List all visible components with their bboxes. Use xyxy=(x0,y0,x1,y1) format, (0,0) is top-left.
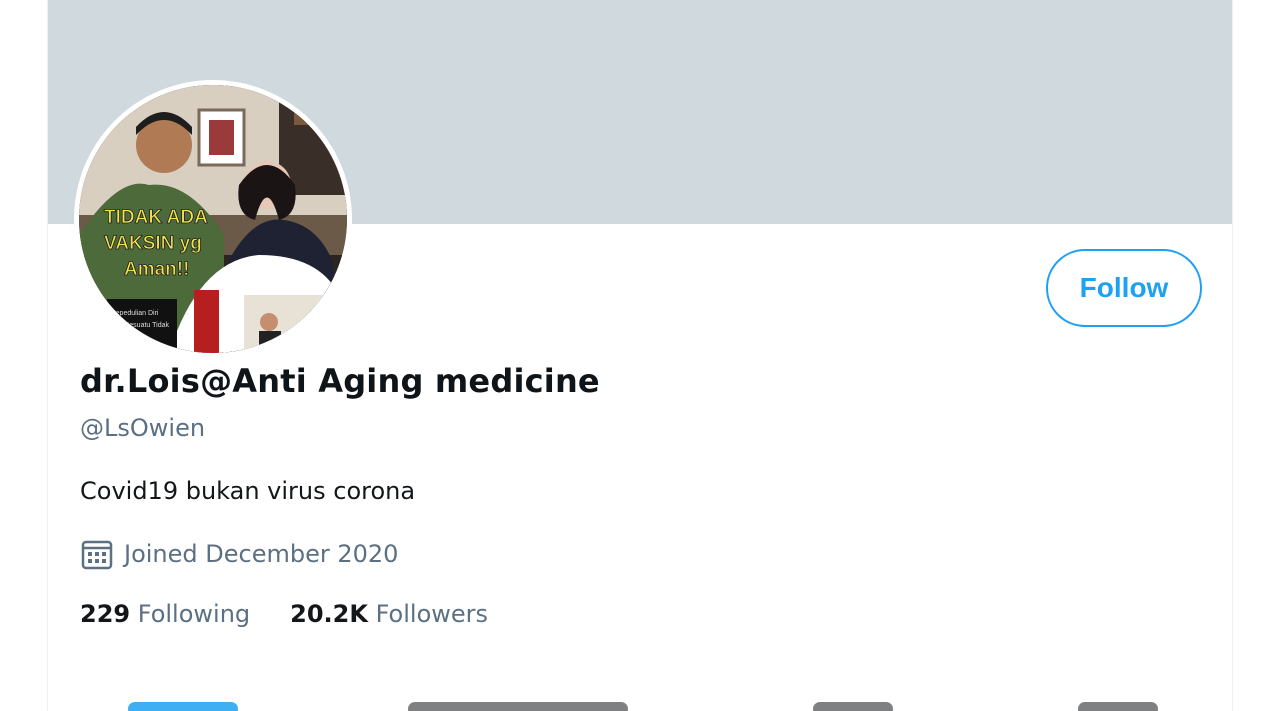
tab-tweets-and-replies[interactable] xyxy=(408,702,628,711)
svg-text:Kepedulian Diri: Kepedulian Diri xyxy=(111,310,159,317)
profile-page: Kepedulian Diri dari Sesuatu Tidak Dibut… xyxy=(0,0,1265,711)
follow-button[interactable]: Follow xyxy=(1046,249,1202,327)
profile-display-name: dr.Lois@Anti Aging medicine xyxy=(80,362,600,400)
svg-text:Dibutuhkan: Dibutuhkan xyxy=(111,336,147,343)
avatar[interactable]: Kepedulian Diri dari Sesuatu Tidak Dibut… xyxy=(79,85,347,353)
avatar-photo: Kepedulian Diri dari Sesuatu Tidak Dibut… xyxy=(79,85,347,353)
profile-stats: 229 Following 20.2K Followers xyxy=(80,600,488,628)
followers-count: 20.2K xyxy=(290,600,368,628)
following-label: Following xyxy=(137,600,251,628)
following-link[interactable]: 229 Following xyxy=(80,600,250,628)
joined-date-row: Joined December 2020 xyxy=(80,537,398,571)
profile-bio: Covid19 bukan virus corona xyxy=(80,477,416,505)
joined-date-text: Joined December 2020 xyxy=(124,540,399,568)
tab-media[interactable] xyxy=(813,702,893,711)
calendar-icon xyxy=(80,537,114,571)
profile-column: Kepedulian Diri dari Sesuatu Tidak Dibut… xyxy=(47,0,1233,711)
avatar-overlay-line-2: VAKSIN yg xyxy=(104,233,202,254)
tab-likes[interactable] xyxy=(1078,702,1158,711)
avatar-ring: Kepedulian Diri dari Sesuatu Tidak Dibut… xyxy=(74,80,352,358)
followers-link[interactable]: 20.2K Followers xyxy=(290,600,488,628)
profile-handle: @LsOwien xyxy=(80,414,206,442)
profile-tabs xyxy=(48,694,1232,711)
avatar-overlay-line-1: TIDAK ADA xyxy=(104,207,208,228)
avatar-overlay-line-3: Aman!! xyxy=(124,259,189,280)
followers-label: Followers xyxy=(375,600,489,628)
following-count: 229 xyxy=(80,600,131,628)
tab-tweets[interactable] xyxy=(128,702,238,711)
svg-text:dari Sesuatu Tidak: dari Sesuatu Tidak xyxy=(111,322,169,329)
